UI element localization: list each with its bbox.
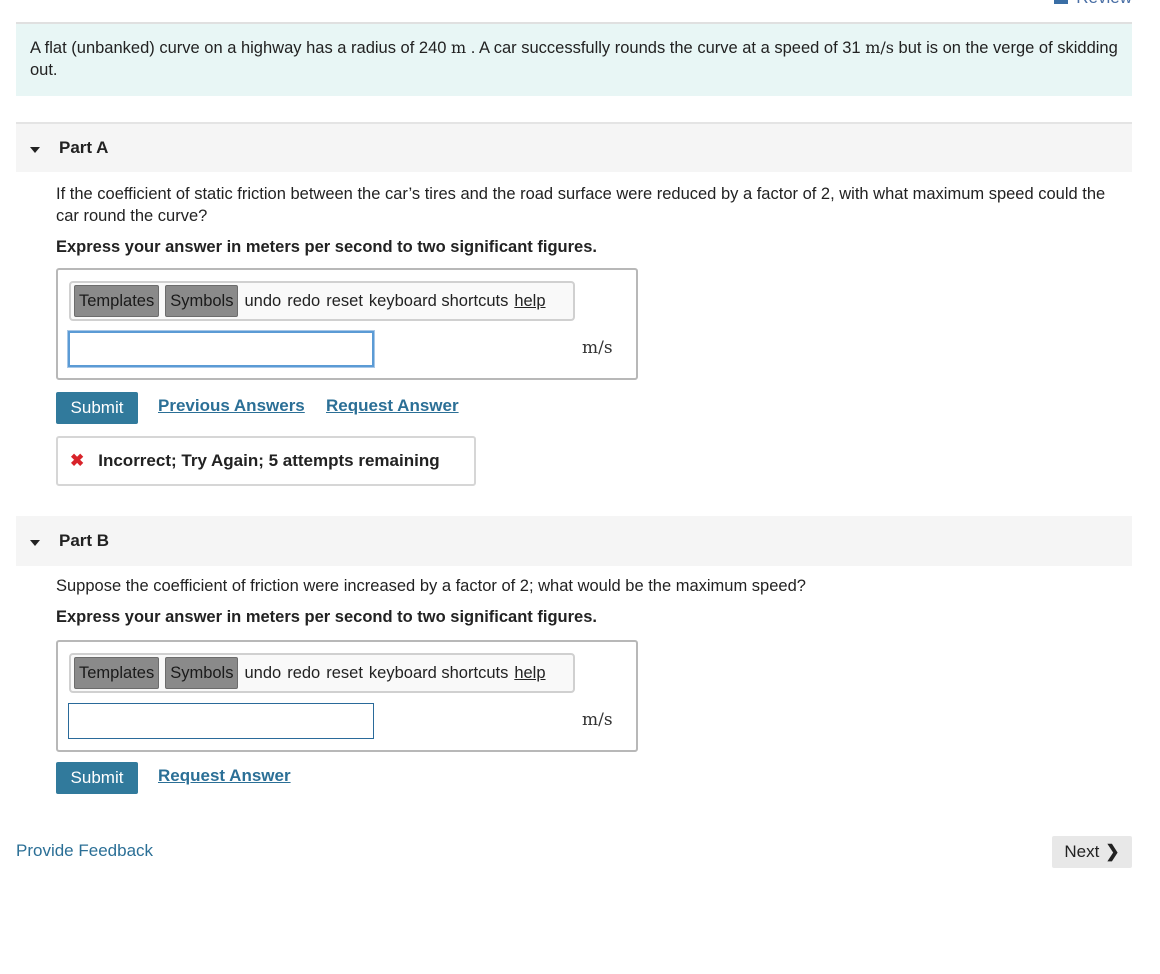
math-toolbar: Templates Symbols undo redo reset keyboa…	[69, 281, 575, 321]
part-b-unit: m/s	[582, 710, 613, 730]
symbols-button[interactable]: Symbols	[165, 285, 239, 317]
reset-button[interactable]: reset	[326, 664, 363, 683]
part-b-question: Suppose the coefficient of friction were…	[56, 577, 806, 595]
problem-text: . A car successfully rounds the curve at…	[466, 39, 866, 57]
help-button[interactable]: help	[514, 292, 545, 311]
templates-button[interactable]: Templates	[74, 657, 160, 689]
templates-button[interactable]: Templates	[74, 285, 160, 317]
chevron-right-icon: ❯	[1105, 842, 1120, 861]
caret-down-icon[interactable]	[30, 146, 40, 153]
part-b-header[interactable]: Part B	[16, 516, 1132, 566]
part-a-title: Part A	[59, 138, 109, 157]
x-icon: ✖	[70, 451, 85, 470]
unit-meters-per-second: m/s	[865, 38, 894, 57]
unit-meters: m	[451, 38, 467, 57]
provide-feedback-link[interactable]: Provide Feedback	[16, 841, 153, 861]
redo-button[interactable]: redo	[287, 292, 320, 311]
part-b-request-answer-link[interactable]: Request Answer	[158, 766, 291, 786]
part-a-answer-box: Templates Symbols undo redo reset keyboa…	[56, 268, 638, 380]
math-toolbar: Templates Symbols undo redo reset keyboa…	[69, 653, 575, 693]
caret-down-icon[interactable]	[30, 539, 40, 546]
part-a-request-answer-link[interactable]: Request Answer	[326, 396, 459, 416]
part-b-answer-box: Templates Symbols undo redo reset keyboa…	[56, 640, 638, 752]
help-button[interactable]: help	[514, 664, 545, 683]
review-label: Review	[1076, 0, 1132, 8]
part-a-submit-button[interactable]: Submit	[56, 392, 138, 424]
review-link[interactable]: Review	[1054, 0, 1132, 8]
grid-icon	[1054, 0, 1069, 4]
feedback-text: Incorrect; Try Again; 5 attempts remaini…	[98, 451, 440, 470]
part-b-answer-input[interactable]	[68, 703, 374, 739]
part-a-unit: m/s	[582, 338, 613, 358]
part-a-feedback: ✖ Incorrect; Try Again; 5 attempts remai…	[56, 436, 476, 486]
part-a-question: If the coefficient of static friction be…	[56, 185, 1106, 225]
next-button[interactable]: Next ❯	[1052, 836, 1132, 868]
undo-button[interactable]: undo	[244, 664, 281, 683]
keyboard-shortcuts-button[interactable]: keyboard shortcuts	[369, 292, 508, 311]
problem-statement: A flat (unbanked) curve on a highway has…	[16, 24, 1132, 96]
keyboard-shortcuts-button[interactable]: keyboard shortcuts	[369, 664, 508, 683]
previous-answers-link[interactable]: Previous Answers	[158, 396, 305, 416]
part-b-title: Part B	[59, 531, 110, 550]
part-a-header[interactable]: Part A	[16, 124, 1132, 172]
part-a-answer-input[interactable]	[68, 331, 374, 367]
redo-button[interactable]: redo	[287, 664, 320, 683]
undo-button[interactable]: undo	[244, 292, 281, 311]
symbols-button[interactable]: Symbols	[165, 657, 239, 689]
problem-text: A flat (unbanked) curve on a highway has…	[30, 39, 452, 57]
next-label: Next	[1064, 842, 1100, 861]
part-b-submit-button[interactable]: Submit	[56, 762, 138, 794]
part-a-instruction: Express your answer in meters per second…	[56, 238, 597, 256]
part-b-instruction: Express your answer in meters per second…	[56, 608, 597, 626]
reset-button[interactable]: reset	[326, 292, 363, 311]
